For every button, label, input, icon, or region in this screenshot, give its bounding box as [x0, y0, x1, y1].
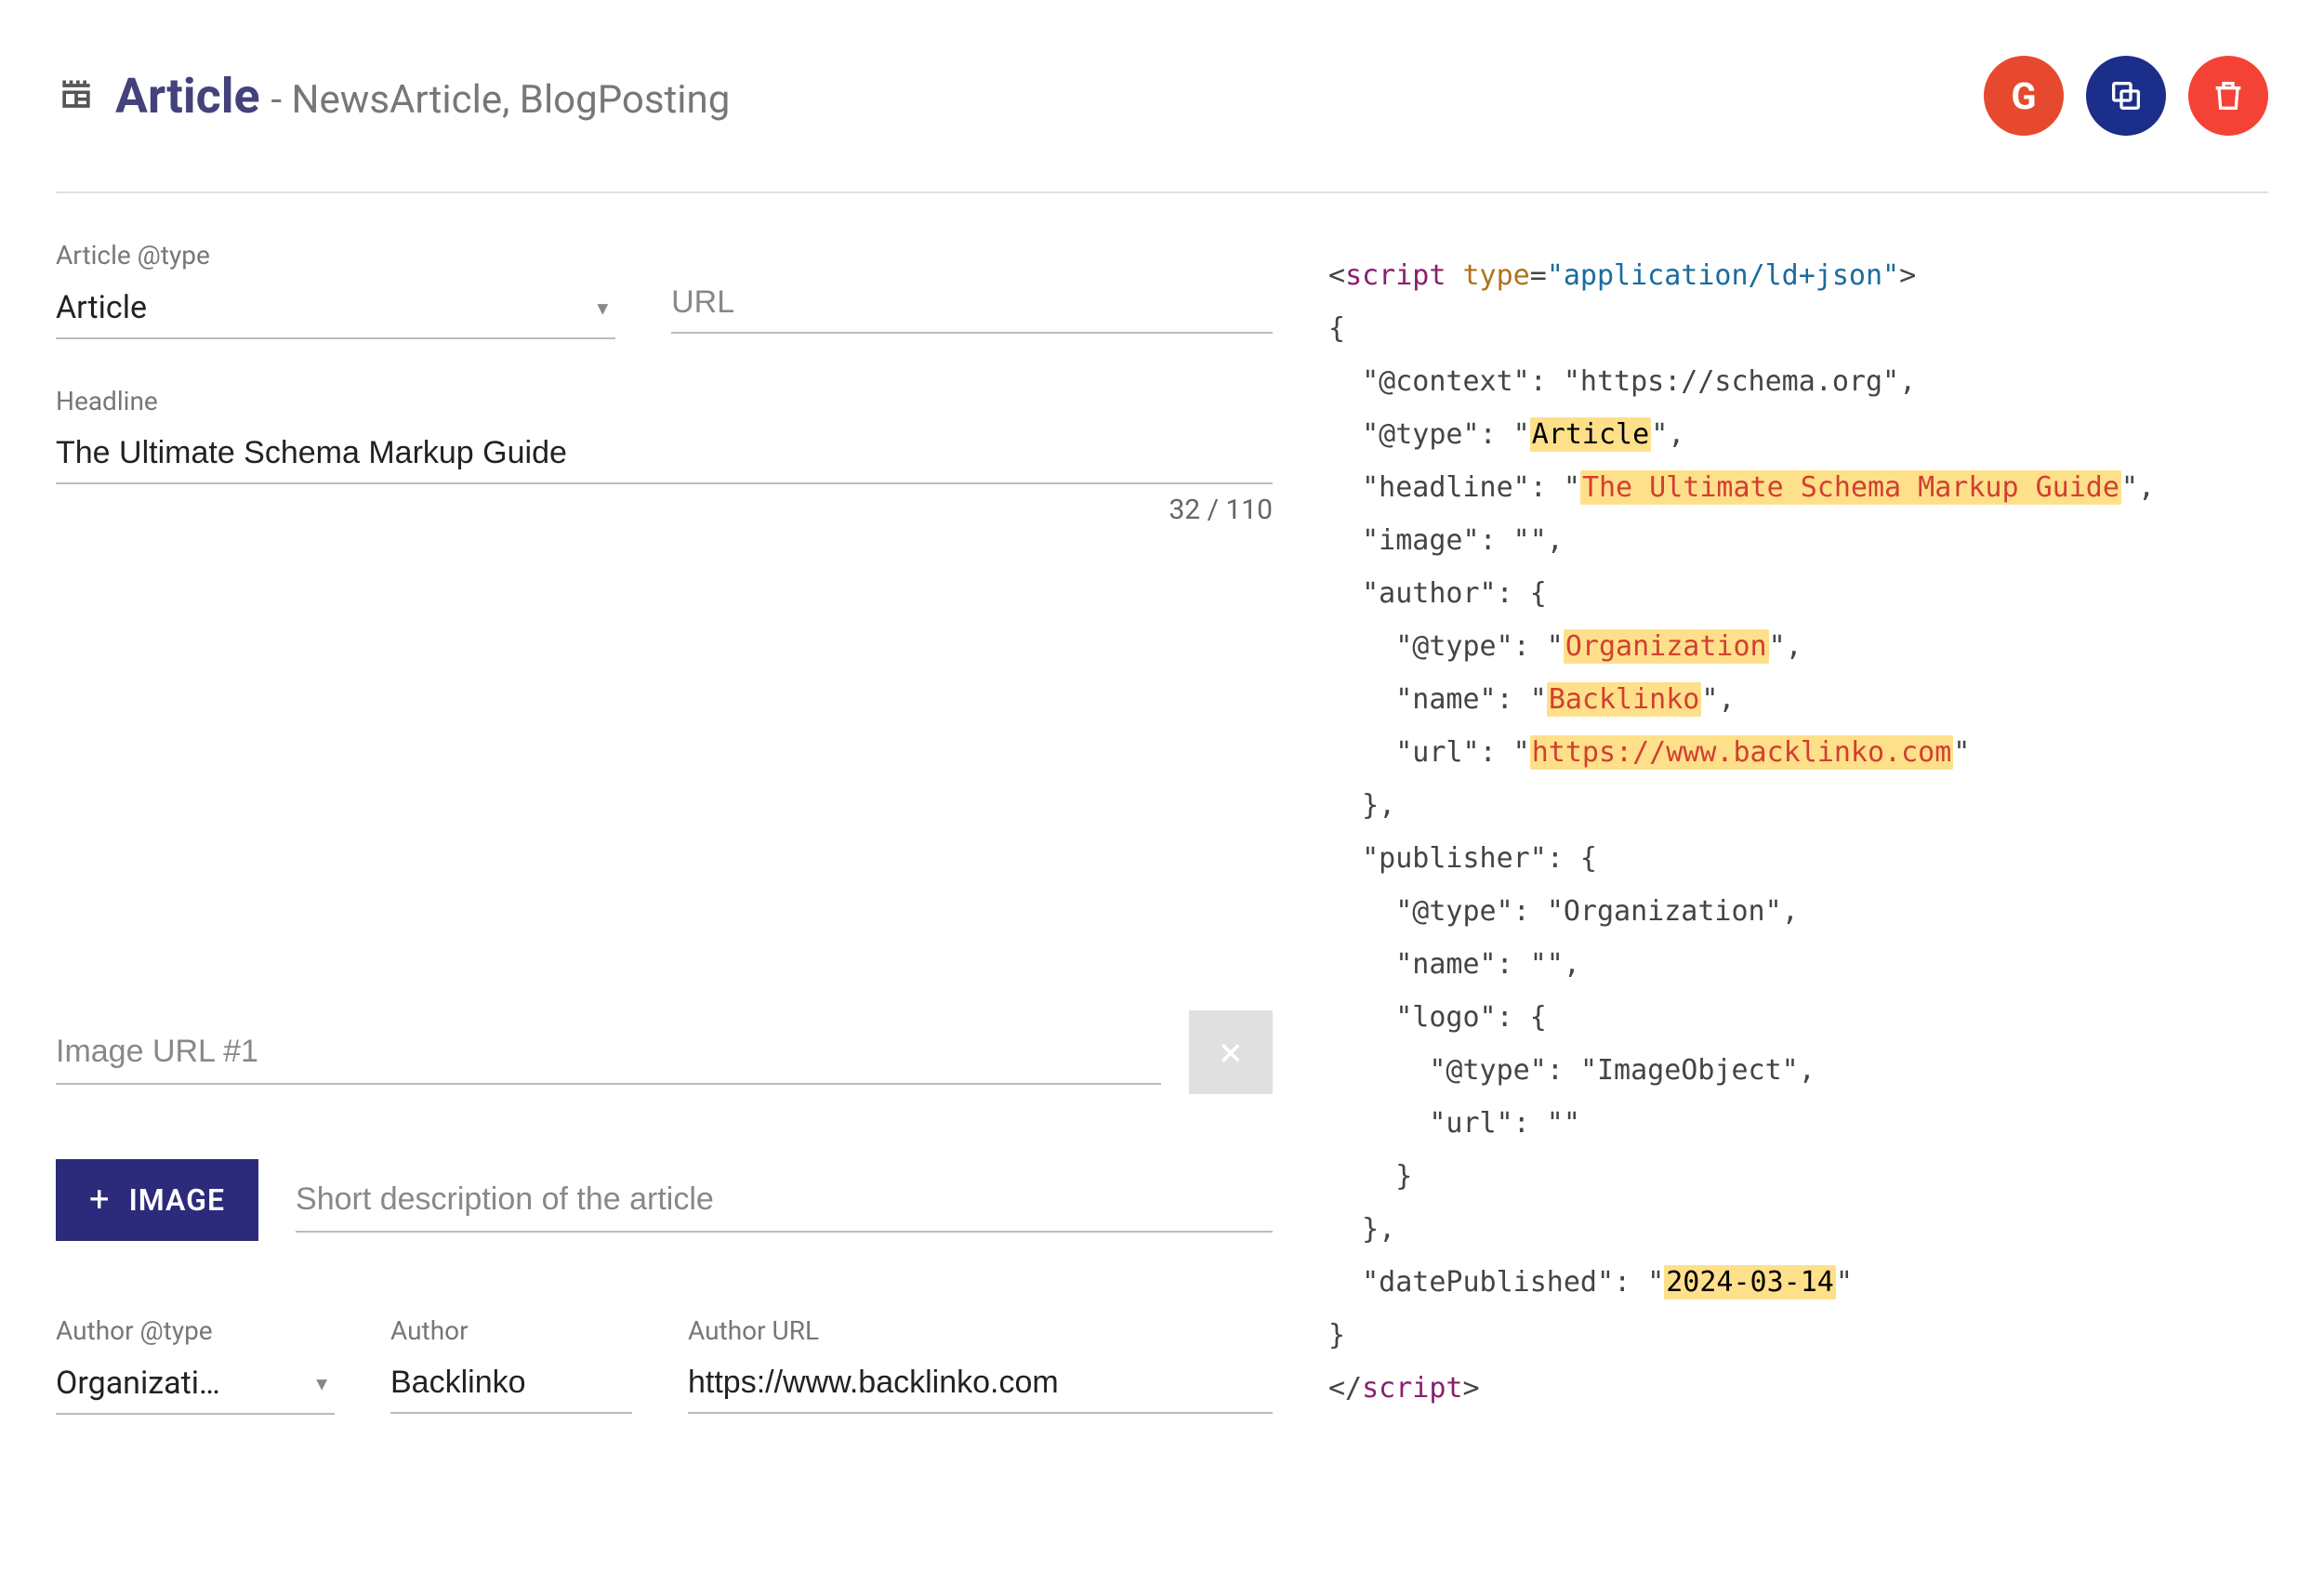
- description-input[interactable]: [296, 1168, 1273, 1233]
- code-column: <script type="application/ld+json"> { "@…: [1328, 240, 2268, 1415]
- article-icon: [56, 75, 97, 116]
- article-type-label: Article @type: [56, 240, 615, 270]
- copy-icon: [2107, 77, 2145, 114]
- author-name-label: Author: [390, 1315, 632, 1346]
- author-url-label: Author URL: [688, 1315, 1273, 1346]
- headline-label: Headline: [56, 386, 1273, 416]
- author-type-value: Organizati…: [56, 1365, 220, 1402]
- article-type-select[interactable]: Article ▼: [56, 280, 615, 339]
- author-type-select[interactable]: Organizati… ▼: [56, 1355, 335, 1415]
- article-type-value: Article: [56, 289, 147, 326]
- copy-button[interactable]: [2086, 56, 2166, 136]
- trash-icon: [2210, 77, 2247, 114]
- author-type-label: Author @type: [56, 1315, 335, 1346]
- google-icon: G: [2011, 74, 2036, 118]
- add-image-label: IMAGE: [129, 1182, 225, 1218]
- title-group: Article - NewsArticle, BlogPosting: [56, 68, 730, 125]
- author-name-input[interactable]: [390, 1355, 632, 1414]
- page-title: Article: [115, 68, 260, 125]
- chevron-down-icon: ▼: [312, 1373, 331, 1396]
- google-test-button[interactable]: G: [1984, 56, 2064, 136]
- main-columns: Article @type Article ▼ Headline 32 / 11…: [56, 240, 2268, 1415]
- headline-counter: 32 / 110: [56, 494, 1273, 526]
- add-image-button[interactable]: + IMAGE: [56, 1159, 258, 1241]
- chevron-down-icon: ▼: [593, 297, 612, 321]
- delete-button[interactable]: [2188, 56, 2268, 136]
- author-url-input[interactable]: [688, 1355, 1273, 1414]
- close-icon: ×: [1220, 1028, 1241, 1076]
- header-row: Article - NewsArticle, BlogPosting G: [56, 56, 2268, 193]
- plus-icon: +: [89, 1180, 111, 1220]
- url-input[interactable]: [671, 275, 1273, 334]
- page-subtitle: - NewsArticle, BlogPosting: [271, 77, 731, 123]
- form-column: Article @type Article ▼ Headline 32 / 11…: [56, 240, 1273, 1415]
- headline-input[interactable]: [56, 426, 1273, 484]
- action-buttons: G: [1984, 56, 2268, 136]
- remove-image-button[interactable]: ×: [1189, 1010, 1273, 1094]
- json-ld-output: <script type="application/ld+json"> { "@…: [1328, 249, 2268, 1415]
- image-url-1-input[interactable]: [56, 1021, 1161, 1085]
